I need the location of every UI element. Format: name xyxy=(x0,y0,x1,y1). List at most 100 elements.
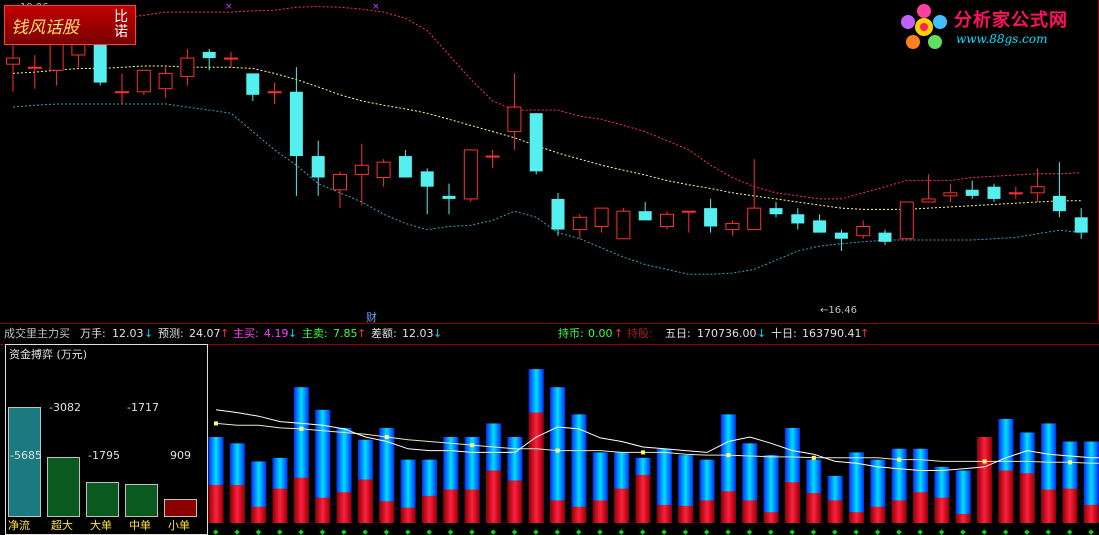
candle xyxy=(529,113,543,175)
flow-bar: ◆ xyxy=(699,459,715,535)
logo-text: 钱风话股 xyxy=(11,17,79,38)
yuce-label: 预测: xyxy=(158,327,184,340)
flow-bar-main xyxy=(315,497,331,523)
candle-body xyxy=(791,214,805,224)
candle-body xyxy=(246,73,260,95)
candle-body xyxy=(965,189,979,196)
yuce-value: 24.07 xyxy=(189,327,221,340)
flow-marker-icon: ◆ xyxy=(405,528,411,535)
flow-marker-icon: ◆ xyxy=(597,528,603,535)
flow-marker-icon: ◆ xyxy=(576,528,582,535)
flow-marker-icon: ◆ xyxy=(256,528,262,535)
logo-side-text: 比诺 xyxy=(114,9,128,40)
flow-bar: ◆ xyxy=(849,452,864,535)
five-day-value: 170736.00 xyxy=(697,327,757,340)
panel-bar xyxy=(125,483,158,517)
flow-bar-main xyxy=(699,500,715,523)
candle-body xyxy=(834,232,848,239)
flow-bar: ◆ xyxy=(422,459,437,535)
flow-bar-main xyxy=(913,492,929,523)
flow-ma-dot xyxy=(811,455,816,460)
ten-day-label: 十日: xyxy=(771,327,797,340)
candle xyxy=(943,183,958,202)
panel-bar-label: 净流 xyxy=(8,519,30,532)
candle-body xyxy=(529,113,543,172)
candle xyxy=(311,140,325,196)
flow-marker-icon: ◆ xyxy=(1046,528,1052,535)
flow-bar-main xyxy=(357,479,373,523)
candle-body xyxy=(93,39,107,83)
flow-bar-main xyxy=(742,500,758,523)
candle-body xyxy=(813,220,827,233)
flow-bar-main xyxy=(934,497,950,523)
flow-marker-icon: ◆ xyxy=(362,528,368,535)
candle xyxy=(267,82,282,104)
flow-bar-main xyxy=(763,512,779,523)
flow-bar-main xyxy=(422,495,437,523)
panel-bar xyxy=(8,407,41,517)
flow-marker-icon: ◆ xyxy=(555,528,561,535)
flow-marker-icon: ◆ xyxy=(384,528,390,535)
ten-day-value: 163790.41 xyxy=(802,327,862,340)
flow-bar-main xyxy=(1041,489,1057,523)
site-logo[interactable]: 分析家公式网 www.88gs.com xyxy=(898,2,1094,54)
indicator-name[interactable]: 成交里主力买 xyxy=(4,324,70,344)
candle xyxy=(180,48,195,86)
hold-value: 0.00 xyxy=(588,327,613,340)
candle-body xyxy=(1008,192,1023,195)
flow-bar: ◆ xyxy=(251,461,267,535)
candle-body xyxy=(594,207,609,227)
candle xyxy=(594,207,609,233)
flow-bar-main xyxy=(464,489,480,523)
flow-bar-main xyxy=(849,512,864,523)
candle xyxy=(660,211,674,230)
flow-ma-dot xyxy=(299,426,304,431)
candle-body xyxy=(987,186,1001,199)
flow-bar-main xyxy=(592,500,608,523)
candle-body xyxy=(769,208,783,215)
candle-body xyxy=(551,198,565,230)
flow-bar-main xyxy=(977,437,993,523)
flow-marker-icon: ◆ xyxy=(832,528,838,535)
candle-body xyxy=(289,91,303,157)
flow-ma-dot xyxy=(470,443,475,448)
flow-bar: ◆ xyxy=(870,459,886,535)
flow-bar: ◆ xyxy=(592,452,608,535)
flow-bar-main xyxy=(891,500,907,523)
candle xyxy=(551,192,565,236)
candle xyxy=(965,180,979,199)
flow-marker-icon: ◆ xyxy=(213,528,219,535)
candles xyxy=(6,30,1088,251)
candle-body xyxy=(463,149,478,200)
flow-marker-icon: ◆ xyxy=(811,528,817,535)
flow-bar-main xyxy=(528,412,544,523)
candle-body xyxy=(878,232,892,242)
flow-bar: ◆ xyxy=(977,437,993,535)
flow-marker-icon: ◆ xyxy=(277,528,283,535)
flow-marker-icon: ◆ xyxy=(512,528,518,535)
flow-bar-main xyxy=(507,480,523,523)
flow-marker-icon: ◆ xyxy=(298,528,304,535)
candle xyxy=(681,210,696,233)
candle-body xyxy=(376,161,391,178)
flow-bar: ◆ xyxy=(1041,423,1057,535)
candle xyxy=(921,174,936,203)
flow-bar: ◆ xyxy=(208,437,224,535)
flow-bar-main xyxy=(870,506,886,523)
flow-marker-icon: ◆ xyxy=(918,528,924,535)
site-url[interactable]: www.88gs.com xyxy=(956,32,1047,46)
flow-ma-dot xyxy=(982,459,987,464)
candle xyxy=(49,42,64,86)
diff-label: 差额: xyxy=(371,327,397,340)
flow-bar-main xyxy=(571,506,587,523)
flow-ma-dot xyxy=(726,453,731,458)
candle-body xyxy=(354,164,369,175)
flow-bar-main xyxy=(955,513,971,523)
arrow-down-icon: ↓ xyxy=(144,327,154,340)
flow-marker-icon: ◆ xyxy=(789,528,795,535)
candle xyxy=(224,51,238,68)
flow-bar: ◆ xyxy=(507,437,523,535)
lower-band-line xyxy=(12,103,1082,275)
candle-body xyxy=(856,226,871,237)
mark-x-1: × xyxy=(225,2,233,12)
